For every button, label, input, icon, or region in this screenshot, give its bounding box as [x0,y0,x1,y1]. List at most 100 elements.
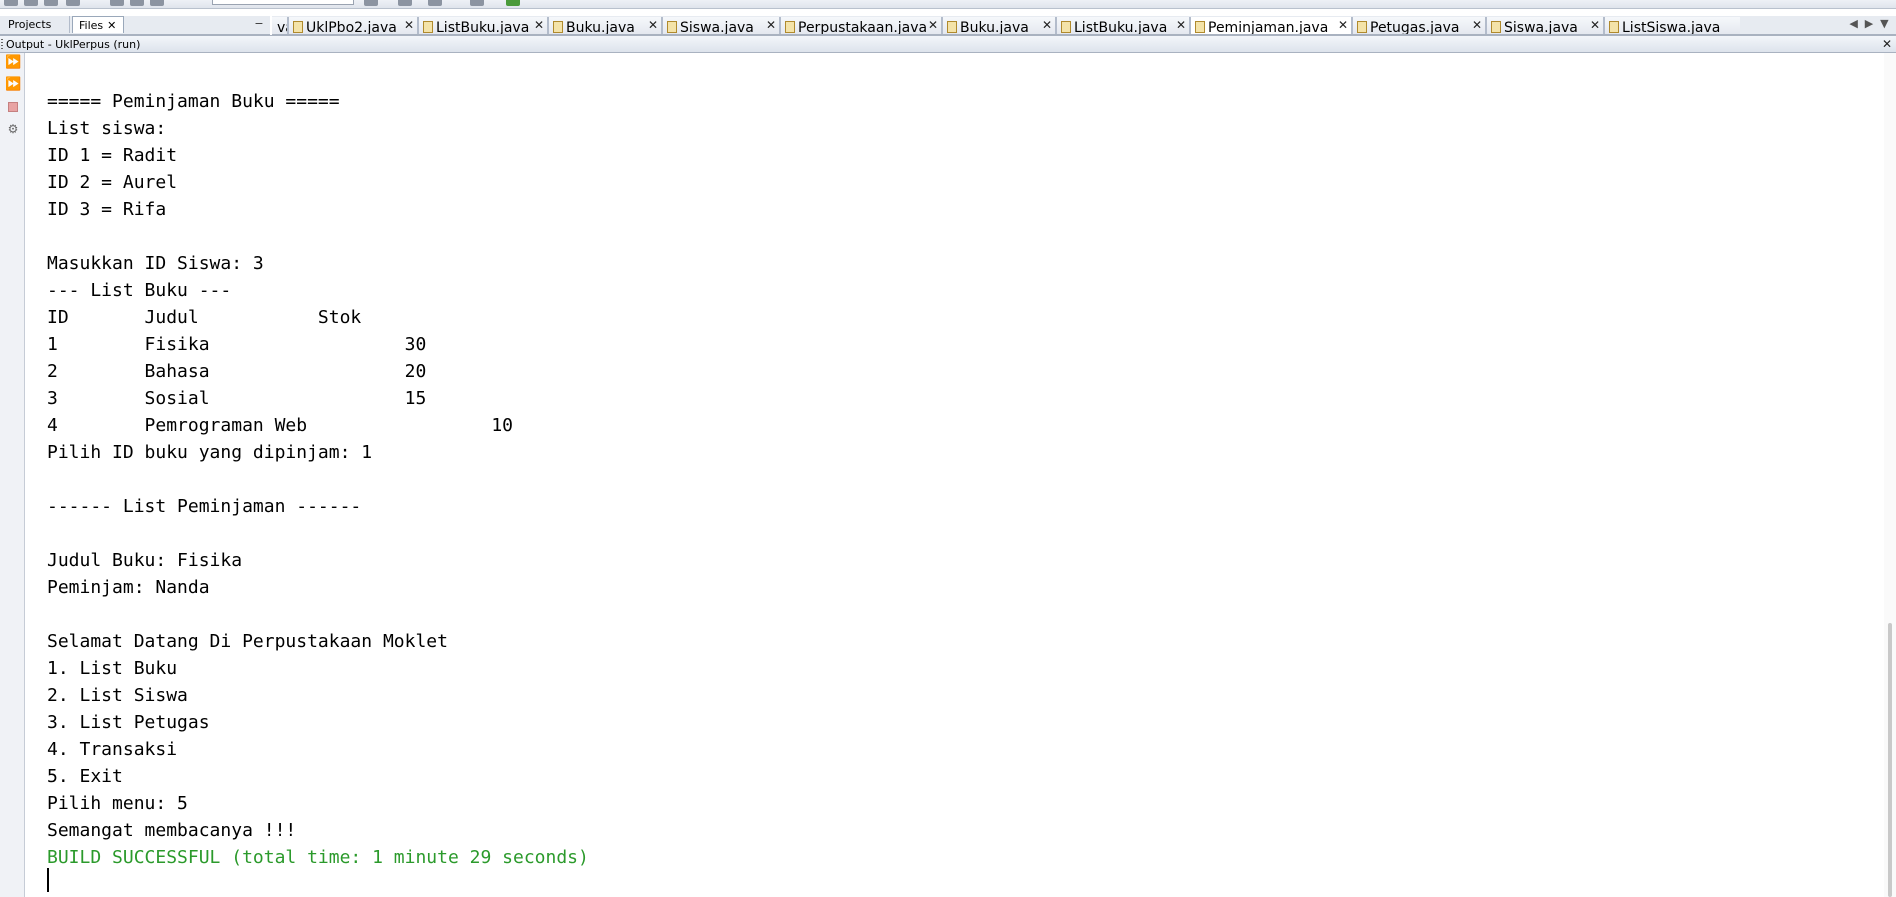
tab-files[interactable]: Files ✕ [72,16,124,33]
close-icon[interactable]: ✕ [404,17,414,34]
output-panel-header: Output - UklPerpus (run) ✕ [0,35,1896,53]
drag-handle-icon[interactable] [1,39,3,50]
java-file-icon [423,21,433,33]
close-icon[interactable]: ✕ [107,19,116,32]
java-file-icon [1061,21,1071,33]
output-actions-strip: ⏩ ⏩ ⚙ [0,53,25,897]
output-panel-title[interactable]: Output - UklPerpus (run) [6,36,140,53]
editor-tab-label: ListBuku.java [1074,20,1168,34]
undo-icon[interactable] [110,0,124,6]
vertical-scrollbar[interactable] [1884,53,1896,897]
console-line: 2. List Siswa [47,685,188,706]
java-file-icon [667,21,677,33]
redo-icon[interactable] [130,0,144,6]
editor-tab-label: va [277,20,287,34]
editor-tab[interactable]: va [272,17,288,34]
minimize-icon[interactable]: − [252,17,266,31]
close-icon[interactable]: ✕ [1590,17,1600,34]
build-status-line: BUILD SUCCESSFUL (total time: 1 minute 2… [47,847,589,868]
console-line: 1. List Buku [47,658,178,679]
editor-tab[interactable]: ListBuku.java ✕ [1056,17,1190,34]
clean-build-icon[interactable] [398,0,412,6]
editor-tab-label: ListSiswa.java [1622,20,1721,34]
close-icon[interactable]: ✕ [1472,17,1482,34]
console-line: ID 1 = Radit [47,145,178,166]
stop-icon[interactable] [5,99,21,115]
editor-tab-label: Siswa.java [1504,20,1578,34]
left-panel-tabbar: Projects Files ✕ − [0,16,270,35]
close-icon[interactable]: ✕ [766,17,776,34]
java-file-icon [1491,21,1501,33]
tab-files-label: Files [79,19,104,32]
run-project-icon[interactable] [428,0,442,6]
console-line: ID 2 = Aurel [47,172,178,193]
java-file-icon [1609,21,1619,33]
console-line: 1 Fisika 30 [47,334,427,355]
console-line: Peminjam: Nanda [47,577,210,598]
configuration-combo[interactable] [212,0,354,5]
console-line: 3. List Petugas [47,712,210,733]
editor-tab[interactable]: ListBuku.java ✕ [418,17,548,34]
rerun-with-params-icon[interactable]: ⏩ [5,77,21,93]
scrollbar-thumb[interactable] [1888,623,1892,897]
editor-tab-label: Buku.java [566,20,635,34]
show-opened-documents-icon[interactable]: ▼ [1880,17,1888,30]
profile-project-icon[interactable] [506,0,520,6]
tab-projects[interactable]: Projects [2,16,70,33]
console-line: Selamat Datang Di Perpustakaan Moklet [47,631,448,652]
editor-tab[interactable]: Siswa.java ✕ [1486,17,1604,34]
close-icon[interactable]: ✕ [1176,17,1186,34]
console-line: 5. Exit [47,766,123,787]
build-icon[interactable] [364,0,378,6]
close-icon[interactable]: ✕ [1042,17,1052,34]
close-icon[interactable]: ✕ [648,17,658,34]
editor-tab[interactable]: Petugas.java ✕ [1352,17,1486,34]
console-line: Masukkan ID Siswa: 3 [47,253,264,274]
console-line: Judul Buku: Fisika [47,550,243,571]
close-icon[interactable]: ✕ [928,17,938,34]
close-icon[interactable]: ✕ [1882,36,1892,53]
editor-tab-active[interactable]: Peminjaman.java ✕ [1190,17,1352,34]
editor-tab-label: Petugas.java [1370,20,1460,34]
editor-tab[interactable]: Siswa.java ✕ [662,17,780,34]
java-file-icon [553,21,563,33]
new-file-icon[interactable] [4,0,18,6]
settings-icon[interactable]: ⚙ [5,121,21,137]
console-line: ===== Peminjaman Buku ===== [47,91,340,112]
editor-tab[interactable]: ListSiswa.java [1604,17,1740,34]
console-line: Pilih menu: 5 [47,793,188,814]
java-file-icon [785,21,795,33]
tab-projects-label: Projects [8,18,52,31]
console-line: Semangat membacanya !!! [47,820,297,841]
main-toolbar [0,0,1896,9]
java-file-icon [293,21,303,33]
editor-tab[interactable]: Buku.java ✕ [942,17,1056,34]
run-again-icon[interactable]: ⏩ [5,55,21,71]
tab-navigation: ◀ ▶ ▼ [1846,14,1892,32]
input-caret [47,868,49,892]
editor-tab[interactable]: Perpustakaan.java ✕ [780,17,942,34]
console-line: 4 Pemrograman Web 10 [47,415,513,436]
console-line: 4. Transaksi [47,739,178,760]
close-icon[interactable]: ✕ [1338,17,1348,34]
console-output[interactable]: ===== Peminjaman Buku ===== List siswa: … [47,88,1867,871]
console-line: 2 Bahasa 20 [47,361,427,382]
console-line: ------ List Peminjaman ------ [47,496,362,517]
config-icon[interactable] [150,0,164,6]
console-line: 3 Sosial 15 [47,388,427,409]
open-project-icon[interactable] [44,0,58,6]
ide-window: Projects Files✕ − va UklPbo2.java✕ ListB… [0,0,1896,897]
debug-project-icon[interactable] [470,0,484,6]
scroll-right-icon[interactable]: ▶ [1865,17,1873,30]
scroll-left-icon[interactable]: ◀ [1849,17,1857,30]
editor-tabbar: va UklPbo2.java ✕ ListBuku.java ✕ Buku.jav… [272,16,1896,35]
close-icon[interactable]: ✕ [534,17,544,34]
console-line: ID 3 = Rifa [47,199,167,220]
editor-tab[interactable]: Buku.java ✕ [548,17,662,34]
editor-tab[interactable]: UklPbo2.java ✕ [288,17,418,34]
editor-tab-label: UklPbo2.java [306,20,397,34]
save-all-icon[interactable] [66,0,80,6]
new-project-icon[interactable] [24,0,38,6]
